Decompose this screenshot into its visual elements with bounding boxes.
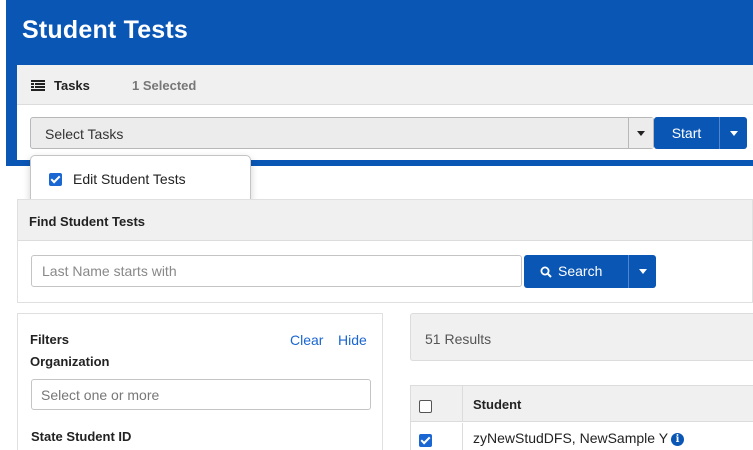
tasks-panel-header: Tasks 1 Selected [17,65,753,105]
start-split-button: Start [654,117,747,149]
student-cell: zyNewStudDFS, NewSample Yi [473,430,685,446]
edit-student-tests-checkbox[interactable] [49,173,62,186]
tasks-label: Tasks [54,78,90,93]
menu-item-edit-student-tests[interactable]: Edit Student Tests [73,171,186,187]
filters-panel: Filters Clear Hide Organization State St… [17,313,383,450]
results-table: Student zyNewStudDFS, NewSample Yi [410,385,753,450]
table-row: zyNewStudDFS, NewSample Yi [411,423,753,450]
organization-select-input[interactable] [31,379,371,410]
select-all-checkbox[interactable] [419,400,432,413]
find-panel-header: Find Student Tests [18,200,752,241]
info-icon[interactable]: i [671,433,685,446]
tasks-panel-body: Select Tasks Start [17,105,753,160]
start-button[interactable]: Start [654,117,719,149]
results-summary-bar: 51 Results [410,313,753,361]
chevron-down-icon[interactable] [628,118,653,148]
state-student-id-label: State Student ID [31,429,132,444]
filters-title: Filters [30,332,70,347]
search-icon [540,266,552,278]
select-tasks-dropdown[interactable]: Select Tasks [30,117,654,149]
student-tests-page: Student Tests Tasks 1 Selected Select Ta… [0,0,753,450]
clear-filters-link[interactable]: Clear [290,332,323,348]
start-options-caret-icon[interactable] [719,117,747,149]
search-split-button: Search [524,255,656,288]
row-checkbox[interactable] [419,434,432,447]
find-panel-title: Find Student Tests [29,214,146,229]
student-column-header[interactable]: Student [473,397,521,412]
tasks-list-icon [31,80,45,91]
search-options-caret-icon[interactable] [628,255,656,288]
select-tasks-text: Select Tasks [45,126,124,142]
hide-filters-link[interactable]: Hide [338,332,367,348]
page-title: Student Tests [22,16,189,44]
table-header-row: Student [411,386,753,422]
organization-label: Organization [30,354,110,369]
tasks-panel: Tasks 1 Selected Select Tasks Start [17,65,753,160]
find-student-tests-panel: Find Student Tests Search [17,199,753,303]
tasks-dropdown-menu: Edit Student Tests [30,155,251,205]
student-name: zyNewStudDFS, NewSample Y [473,430,669,446]
select-all-cell [411,386,463,422]
row-select-cell [411,423,463,450]
results-count: 51 Results [425,331,492,347]
search-button[interactable]: Search [524,255,628,288]
search-button-label: Search [558,263,603,279]
last-name-search-input[interactable] [31,255,522,287]
tasks-selected-count: 1 Selected [132,78,197,93]
